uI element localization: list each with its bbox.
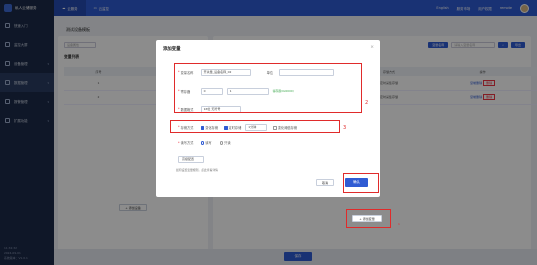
annotation-label-2: 2 (365, 100, 369, 106)
annotation-label-3: 3 (343, 125, 347, 131)
dialog-title: 添加变量 (163, 47, 181, 52)
rw-row: * 读写方式 读写 只读 (178, 140, 231, 146)
hint-row: 如何设置变量规则，点此查看详情 (176, 168, 218, 172)
cancel-button[interactable]: 取消 (316, 179, 334, 186)
highlight-box-add-variable (346, 209, 391, 228)
advanced-config-button[interactable]: 高级配置 (178, 156, 204, 163)
highlight-box-2 (174, 63, 362, 113)
rw-radio-readwrite[interactable]: 读写 (200, 140, 212, 145)
close-icon[interactable]: × (370, 45, 374, 50)
highlight-box-confirm (343, 173, 379, 193)
advanced-row: 高级配置 (178, 156, 204, 163)
rw-radio-readonly[interactable]: 只读 (219, 140, 231, 145)
annotation-label-1: 1 (398, 222, 400, 226)
highlight-box-3 (170, 120, 340, 133)
rule-help-link[interactable]: 如何设置变量规则，点此查看详情 (176, 168, 218, 172)
